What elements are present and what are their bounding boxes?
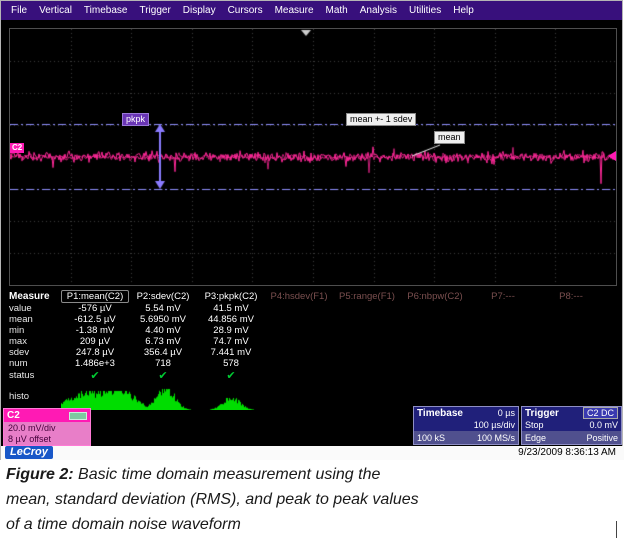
measure-table: Measure P1:mean(C2) P2:sdev(C2) P3:pkpk(… [7,289,605,410]
row-label: max [7,336,61,347]
datetime: 9/23/2009 8:36:13 AM [518,447,616,458]
timebase-title: Timebase [417,408,463,419]
cell: 5.6950 mV [129,314,197,325]
menu-math[interactable]: Math [320,3,354,18]
menu-help[interactable]: Help [447,3,480,18]
param-p5[interactable]: P5:range(F1) [333,291,401,302]
page: File Vertical Timebase Trigger Display C… [0,0,624,547]
status-ok-icon: ✔ [197,369,265,382]
cell: 4.40 mV [129,325,197,336]
trigger-descriptor[interactable]: Trigger C2 DC Stop 0.0 mV Edge Positive [521,406,622,445]
timebase-scale: 100 µs/div [474,420,515,430]
row-label: status [7,370,61,381]
mean-sdev-annotation: mean +- 1 sdev [346,113,416,126]
channel-offset: 8 µV offset [8,434,86,445]
menu-vertical[interactable]: Vertical [33,3,78,18]
status-ok-icon: ✔ [61,369,129,382]
trigger-source: C2 DC [583,407,618,419]
cell: 247.8 µV [61,347,129,358]
caption-line1: Basic time domain measurement using the [78,466,380,483]
timebase-position: 0 µs [498,408,515,418]
param-p3[interactable]: P3:pkpk(C2) [197,291,265,302]
trigger-level: 0.0 mV [589,420,618,430]
cell: 209 µV [61,336,129,347]
cell: 74.7 mV [197,336,265,347]
status-ok-icon: ✔ [129,369,197,382]
table-row-status: status ✔ ✔ ✔ [7,369,605,382]
trigger-type: Edge [525,433,546,443]
measure-header-row: Measure P1:mean(C2) P2:sdev(C2) P3:pkpk(… [7,289,605,303]
trigger-mode: Stop [525,420,544,430]
timebase-rate: 100 MS/s [477,433,515,443]
table-row-num: num 1.486e+3 718 578 [7,358,605,369]
row-label: value [7,303,61,314]
table-row-sdev: sdev 247.8 µV 356.4 µV 7.441 mV [7,347,605,358]
mean-annotation: mean [434,131,465,144]
cell: 6.73 mV [129,336,197,347]
pkpk-annotation: pkpk [122,113,149,126]
param-p7[interactable]: P7:--- [469,291,537,302]
cell: 44.856 mV [197,314,265,325]
channel-name: C2 [7,410,20,421]
channel-c2-descriptor[interactable]: C2 20.0 mV/div 8 µV offset [3,408,91,446]
figure-caption: Figure 2: Basic time domain measurement … [6,466,419,541]
menu-trigger[interactable]: Trigger [133,3,176,18]
cell: 7.441 mV [197,347,265,358]
param-p6[interactable]: P6:nbpw(C2) [401,291,469,302]
waveform-canvas [10,29,616,285]
cell: -612.5 µV [61,314,129,325]
table-row-min: min -1.38 mV 4.40 mV 28.9 mV [7,325,605,336]
menu-cursors[interactable]: Cursors [222,3,269,18]
figure-label: Figure 2: [6,466,74,483]
row-label: num [7,358,61,369]
lecroy-logo: LeCroy [5,446,53,459]
menu-measure[interactable]: Measure [269,3,320,18]
param-p2[interactable]: P2:sdev(C2) [129,291,197,302]
param-p4[interactable]: P4:hsdev(F1) [265,291,333,302]
menu-utilities[interactable]: Utilities [403,3,447,18]
menu-file[interactable]: File [5,3,33,18]
caption-line3: of a time domain noise waveform [6,516,419,533]
cell: 28.9 mV [197,325,265,336]
param-p8[interactable]: P8:--- [537,291,605,302]
trigger-title: Trigger [525,408,559,419]
waveform-display: pkpk mean +- 1 sdev mean C2 [9,28,617,286]
trigger-level-marker-icon [608,151,616,161]
row-label: min [7,325,61,336]
text-cursor [616,521,617,538]
channel-vdiv: 20.0 mV/div [8,423,86,434]
menu-bar: File Vertical Timebase Trigger Display C… [1,1,622,20]
cell: -576 µV [61,303,129,314]
menu-analysis[interactable]: Analysis [354,3,403,18]
table-row-max: max 209 µV 6.73 mV 74.7 mV [7,336,605,347]
table-row-mean: mean -612.5 µV 5.6950 mV 44.856 mV [7,314,605,325]
table-row-value: value -576 µV 5.54 mV 41.5 mV [7,303,605,314]
row-label: histo [7,391,61,402]
oscilloscope-screenshot: File Vertical Timebase Trigger Display C… [0,0,623,460]
trigger-slope: Positive [586,433,618,443]
cell: -1.38 mV [61,325,129,336]
row-label: sdev [7,347,61,358]
cell: 356.4 µV [129,347,197,358]
histogram-icons [61,384,333,410]
menu-timebase[interactable]: Timebase [78,3,134,18]
row-label: mean [7,314,61,325]
cell: 578 [197,358,265,369]
menu-display[interactable]: Display [177,3,222,18]
timebase-samples: 100 kS [417,433,445,443]
status-bar: LeCroy 9/23/2009 8:36:13 AM [1,446,624,460]
cell: 1.486e+3 [61,358,129,369]
channel-c2-marker: C2 [10,143,24,153]
measure-title: Measure [7,291,61,302]
cell: 5.54 mV [129,303,197,314]
timebase-descriptor[interactable]: Timebase 0 µs 100 µs/div 100 kS 100 MS/s [413,406,519,445]
param-p1[interactable]: P1:mean(C2) [61,290,129,303]
caption-line2: mean, standard deviation (RMS), and peak… [6,491,419,508]
cell: 41.5 mV [197,303,265,314]
coupling-badge-icon [69,412,87,420]
cell: 718 [129,358,197,369]
